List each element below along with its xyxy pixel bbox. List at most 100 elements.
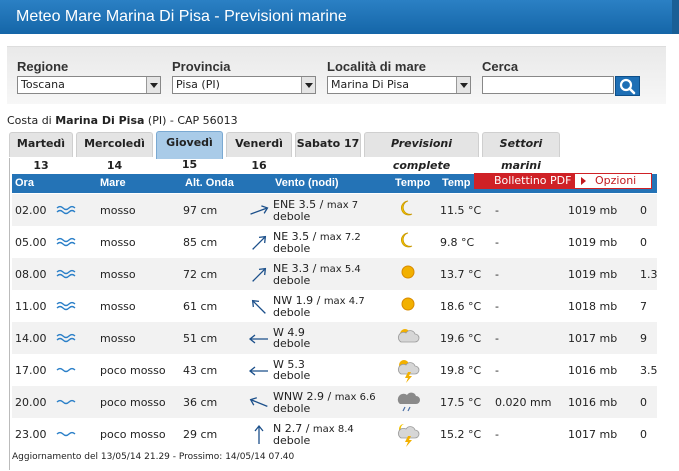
row-wind: NW 1.9 / max 4.7 debole — [273, 294, 365, 319]
col-mare: Mare — [100, 177, 126, 189]
col-tempo: Tempo — [395, 177, 431, 189]
row-wind: W 5.3 debole — [273, 359, 310, 381]
row-sea: poco mosso — [100, 364, 166, 377]
wind-force: debole — [273, 434, 311, 447]
row-rain: - — [495, 428, 499, 441]
wind-force: debole — [273, 242, 311, 255]
update-info: Aggiornamento del 13/05/14 21.29 - Pross… — [12, 452, 295, 462]
search-button[interactable] — [615, 76, 640, 96]
row-sea: mosso — [100, 236, 136, 249]
row-sea: poco mosso — [100, 428, 166, 441]
row-wave: 29 cm — [183, 428, 218, 441]
chevron-down-icon[interactable] — [456, 77, 470, 93]
row-wave: 36 cm — [183, 396, 218, 409]
row-temp: 9.8 °C — [440, 236, 475, 249]
row-extra: 3.5 — [640, 364, 657, 377]
wave-icon — [56, 431, 76, 437]
tab-previsioni-complete[interactable]: Previsioni complete — [364, 132, 479, 172]
wind-arrow-icon — [250, 205, 269, 215]
wind-force: debole — [273, 369, 311, 382]
coast-name: Marina Di Pisa — [55, 114, 145, 127]
table-row: 20.00 poco mosso 36 cm WNW 2.9 / max 6.6 deb… — [12, 386, 657, 418]
wind-max: max 5.4 — [319, 264, 361, 275]
wind-arrow-icon — [251, 299, 266, 314]
row-rain: - — [495, 268, 499, 281]
wind-arrow-icon — [254, 424, 264, 444]
wind-force: debole — [273, 306, 311, 319]
weather-icon — [397, 360, 420, 383]
row-temp: 19.6 °C — [440, 332, 482, 345]
weather-icon — [401, 265, 415, 279]
row-time: 11.00 — [15, 300, 47, 313]
row-wave: 97 cm — [183, 204, 218, 217]
wave-icon — [56, 301, 76, 311]
region-field: Regione Toscana — [17, 59, 161, 94]
wave-icon — [56, 367, 76, 373]
row-temp: 17.5 °C — [440, 396, 482, 409]
row-time: 17.00 — [15, 364, 47, 377]
wind-arrow-icon — [252, 267, 267, 282]
row-pressure: 1017 mb — [568, 428, 618, 441]
tab-settori-marini[interactable]: Settori marini — [482, 132, 560, 172]
region-select[interactable]: Toscana — [17, 76, 161, 94]
tab-mercoledi[interactable]: Mercoledì 14 — [76, 132, 153, 172]
row-sea: mosso — [100, 300, 136, 313]
row-extra: 0 — [640, 204, 647, 217]
region-label: Regione — [17, 59, 69, 74]
row-sea: mosso — [100, 332, 136, 345]
table-row: 23.00 poco mosso 29 cm N 2.7 / max 8.4 debol… — [12, 418, 657, 450]
weather-icon — [397, 424, 420, 447]
row-wave: 72 cm — [183, 268, 218, 281]
search-icon — [619, 78, 636, 95]
wind-force: debole — [273, 337, 311, 350]
search-input[interactable] — [482, 76, 614, 94]
chevron-down-icon[interactable] — [301, 77, 315, 93]
pdf-link[interactable]: Bollettino PDF — [494, 174, 571, 187]
tab-venerdi[interactable]: Venerdì 16 — [226, 132, 292, 172]
row-pressure: 1019 mb — [568, 268, 618, 281]
row-time: 23.00 — [15, 428, 47, 441]
wave-icon — [56, 333, 76, 343]
search-label: Cerca — [482, 59, 519, 74]
search-field: Cerca — [482, 59, 640, 96]
province-select[interactable]: Pisa (PI) — [172, 76, 316, 94]
row-wind: ENE 3.5 / max 7 debole — [273, 198, 359, 223]
weather-icon — [401, 200, 413, 216]
row-pressure: 1016 mb — [568, 396, 618, 409]
col-onda: Alt. Onda — [185, 177, 234, 189]
province-select-value: Pisa (PI) — [176, 78, 220, 91]
row-rain: - — [495, 204, 499, 217]
row-wave: 43 cm — [183, 364, 218, 377]
row-extra: 7 — [640, 300, 647, 313]
table-row: 08.00 mosso 72 cm NE 3.3 / max 5.4 debole 13.… — [12, 258, 657, 290]
row-pressure: 1019 mb — [568, 204, 618, 217]
row-rain: - — [495, 300, 499, 313]
row-pressure: 1017 mb — [568, 332, 618, 345]
row-wind: W 4.9 debole — [273, 327, 310, 349]
wind-force: debole — [273, 402, 311, 415]
row-wind: NE 3.5 / max 7.2 debole — [273, 230, 361, 255]
region-select-value: Toscana — [21, 78, 65, 91]
chevron-down-icon[interactable] — [146, 77, 160, 93]
row-wind: NE 3.3 / max 5.4 debole — [273, 262, 361, 287]
table-row: 14.00 mosso 51 cm W 4.9 debole 19.6 °C - 1017 m… — [12, 322, 657, 354]
row-wave: 61 cm — [183, 300, 218, 313]
col-ora: Ora — [15, 177, 34, 189]
locality-select[interactable]: Marina Di Pisa — [327, 76, 471, 94]
options-button[interactable]: Opzioni — [575, 174, 651, 188]
wind-arrow-icon — [249, 397, 268, 407]
page-title: Meteo Mare Marina Di Pisa - Previsioni m… — [0, 0, 679, 34]
weather-icon — [401, 232, 413, 248]
row-extra: 0 — [640, 236, 647, 249]
row-temp: 11.5 °C — [440, 204, 482, 217]
row-temp: 18.6 °C — [440, 300, 482, 313]
tab-giovedi[interactable]: Giovedì 15 — [156, 131, 223, 171]
wind-max: max 4.7 — [323, 296, 365, 307]
locality-select-value: Marina Di Pisa — [331, 78, 409, 91]
search-panel: Regione Toscana Provincia Pisa (PI) Loca… — [7, 46, 666, 104]
row-time: 02.00 — [15, 204, 47, 217]
col-vento: Vento (nodi) — [275, 177, 339, 189]
wind-force: debole — [273, 274, 311, 287]
tab-martedi[interactable]: Martedì 13 — [9, 132, 73, 172]
tab-sabato[interactable]: Sabato 17 — [295, 132, 361, 157]
